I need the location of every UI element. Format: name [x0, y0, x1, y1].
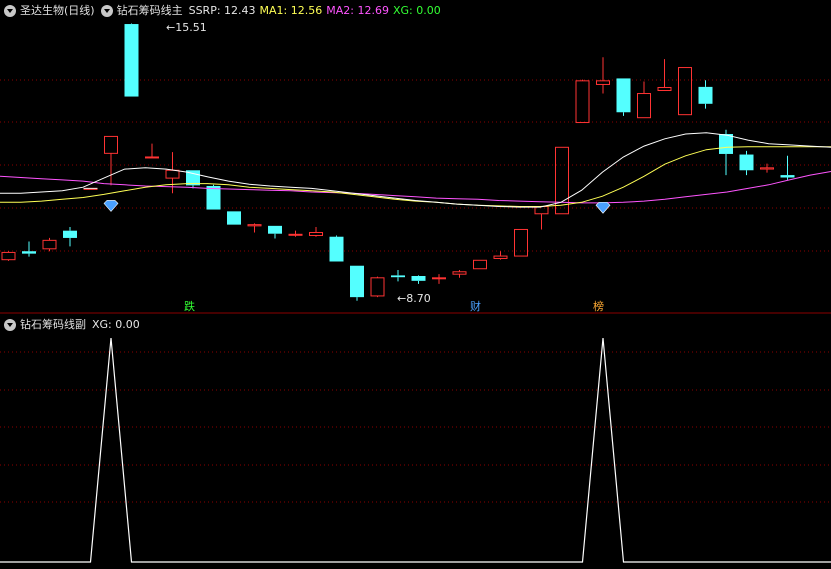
signal-marker-bang[interactable]: 榜: [593, 301, 604, 313]
sub-xg-value: XG: 0.00: [92, 318, 140, 331]
candle-body-up: [145, 156, 159, 159]
xg-value: XG: 0.00: [392, 4, 441, 17]
candle-body-down: [22, 251, 36, 254]
candle-body-up: [596, 80, 610, 85]
low-price-label: ←8.70: [397, 293, 431, 305]
candle-body-up: [104, 135, 118, 154]
sub-indicator-header: 钻石筹码线副 XG: 0.00: [4, 316, 144, 334]
candle-body-down: [63, 230, 77, 238]
ssrp-value: SSRP: 12.43: [188, 4, 256, 17]
candle-body-up: [760, 167, 774, 170]
candle-body-up: [165, 169, 180, 179]
candle-body-down: [268, 225, 282, 234]
candle-body-up: [555, 146, 569, 215]
candle-body-down: [780, 175, 795, 178]
candle-body-up: [247, 224, 262, 227]
candle-body-down: [616, 78, 631, 113]
stock-name[interactable]: 圣达生物(日线): [20, 2, 95, 20]
candle-body-down: [350, 265, 364, 298]
candle-body-down: [124, 24, 139, 97]
candle-body-up: [42, 239, 57, 250]
candle-body-up: [514, 228, 528, 257]
candle-body-up: [432, 277, 446, 280]
low-price-value: 8.70: [406, 292, 431, 305]
candle-body-up: [637, 93, 651, 119]
stock-menu-icon[interactable]: [4, 5, 16, 17]
candle-body-up: [370, 277, 385, 297]
ma2-value: MA2: 12.69: [326, 4, 389, 17]
ma1-line: [0, 146, 831, 207]
candle-body-up: [452, 271, 467, 275]
candle-body-down: [391, 275, 405, 278]
signal-marker-die[interactable]: 跌: [184, 301, 195, 313]
sub-indicator-name[interactable]: 钻石筹码线副: [20, 316, 86, 334]
main-indicator-header: 圣达生物(日线) 钻石筹码线主 SSRP: 12.43 MA1: 12.56 M…: [4, 2, 445, 20]
candle-body-up: [473, 259, 487, 270]
signal-marker-cai[interactable]: 财: [470, 301, 481, 313]
stock-chart[interactable]: [0, 0, 831, 569]
candle-body-up: [309, 231, 323, 237]
main-chart-panel[interactable]: [0, 23, 831, 301]
diamond-signal-icon: [595, 201, 611, 214]
candle-body-down: [739, 154, 754, 171]
ssrp-line: [0, 132, 831, 208]
candle-body-up: [288, 233, 303, 236]
candle-body-down: [329, 236, 344, 262]
candle-body-up: [493, 255, 508, 259]
ma2-line: [0, 171, 831, 204]
candle-body-down: [206, 185, 221, 210]
candle-body-down: [698, 86, 713, 104]
main-indicator-name[interactable]: 钻石筹码线主: [117, 2, 183, 20]
candle-body-down: [227, 211, 241, 225]
candle-body-up: [575, 80, 590, 124]
high-price-label: ←15.51: [166, 22, 207, 34]
candle-body-down: [411, 275, 426, 281]
indicator-menu-icon[interactable]: [100, 5, 113, 17]
candle-body-up: [1, 251, 16, 261]
high-price-value: 15.51: [175, 21, 207, 34]
candle-body-up: [678, 67, 692, 116]
ma1-value: MA1: 12.56: [259, 4, 323, 17]
low-arrow-icon: ←: [397, 292, 407, 305]
sub-chart-panel[interactable]: [0, 337, 831, 563]
diamond-signal-icon: [103, 200, 119, 212]
sub-indicator-menu-icon[interactable]: [4, 319, 16, 331]
high-arrow-icon: ←: [166, 21, 176, 34]
candle-body-down: [719, 134, 733, 154]
candle-body-up: [657, 86, 672, 92]
xg-signal-line: [0, 337, 831, 563]
